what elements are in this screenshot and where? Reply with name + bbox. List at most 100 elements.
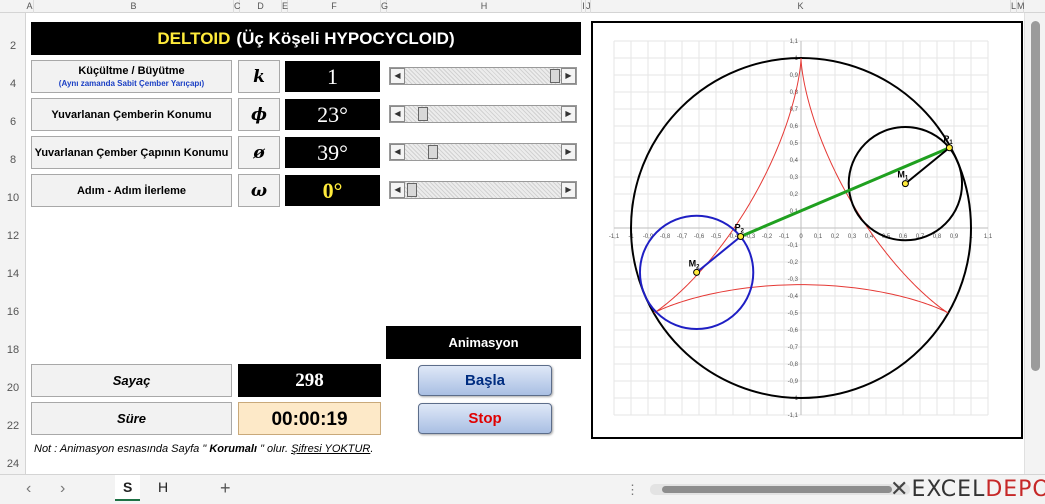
param-label-scale-text: Küçültme / Büyütme xyxy=(78,65,185,77)
note-suffix: . xyxy=(370,443,374,455)
row-header-12[interactable]: 12 xyxy=(0,230,26,242)
row-header-16[interactable]: 16 xyxy=(0,306,26,318)
vertical-scroll-thumb[interactable] xyxy=(1031,21,1040,371)
slider-k[interactable]: ◀ ▶ xyxy=(389,67,577,85)
column-header-a[interactable]: A xyxy=(26,0,34,13)
param-value-omega: 0° xyxy=(285,175,380,206)
slider-omega[interactable]: ◀ ▶ xyxy=(389,181,577,199)
param-label-rolling-position: Yuvarlanan Çemberin Konumu xyxy=(31,98,232,131)
column-header-b[interactable]: B xyxy=(34,0,234,13)
slider-omega-thumb[interactable] xyxy=(407,183,417,197)
x-tick-label: -1,1 xyxy=(609,234,620,240)
row-header-8[interactable]: 8 xyxy=(0,154,26,166)
row-header-6[interactable]: 6 xyxy=(0,116,26,128)
note-bold: Korumalı xyxy=(206,443,261,455)
y-tick-label: -0,3 xyxy=(788,277,799,283)
param-value-k: 1 xyxy=(285,61,380,92)
row-header-2[interactable]: 2 xyxy=(0,40,26,52)
param-symbol-phi: ϕ xyxy=(238,98,280,131)
slider-phi-right-arrow-icon[interactable]: ▶ xyxy=(561,106,576,122)
slider-omega-right-arrow-icon[interactable]: ▶ xyxy=(561,182,576,198)
note-prefix: Not : Animasyon esnasında Sayfa " xyxy=(34,443,207,455)
y-tick-label: -0,4 xyxy=(788,294,799,300)
start-button[interactable]: Başla xyxy=(418,365,552,396)
x-tick-label: 0,9 xyxy=(950,234,959,240)
prev-sheet-icon[interactable]: ‹ xyxy=(26,480,31,498)
row-header-14[interactable]: 14 xyxy=(0,268,26,280)
y-tick-label: -0,1 xyxy=(788,243,799,249)
horizontal-scroll-thumb[interactable] xyxy=(662,486,892,493)
sheet-tab-h[interactable]: H xyxy=(150,475,176,501)
y-tick-label: 0,8 xyxy=(790,90,799,96)
deltoid-chart[interactable]: -1,1 -1 -0,9 -0,8 -0,7 -0,6 -0,5 -0,4 -0,3 -0,2 -0… xyxy=(591,21,1023,439)
column-header-h[interactable]: H xyxy=(387,0,582,13)
x-tick-label: 0,2 xyxy=(831,234,840,240)
brand-part1: EXCEL xyxy=(911,477,986,502)
param-label-step-text: Adım - Adım İlerleme xyxy=(76,184,186,197)
y-tick-label: 0,9 xyxy=(790,73,799,79)
x-tick-label: 0 xyxy=(799,234,803,240)
param-label-rolling-position-text: Yuvarlanan Çemberin Konumu xyxy=(51,108,212,121)
row-header-10[interactable]: 10 xyxy=(0,192,26,204)
x-tick-label: 1,1 xyxy=(984,234,993,240)
row-header-24[interactable]: 24 xyxy=(0,458,26,470)
slider-phi-left-arrow-icon[interactable]: ◀ xyxy=(390,106,405,122)
brand-part2: DEPO xyxy=(985,477,1045,502)
slider-o-left-arrow-icon[interactable]: ◀ xyxy=(390,144,405,160)
y-tick-label: -0,9 xyxy=(788,379,799,385)
column-header-d[interactable]: D xyxy=(240,0,282,13)
slider-o-right-arrow-icon[interactable]: ▶ xyxy=(561,144,576,160)
param-label-diameter-position: Yuvarlanan Çember Çapının Konumu xyxy=(31,136,232,169)
title-main: DELTOID xyxy=(157,29,231,48)
slider-omega-left-arrow-icon[interactable]: ◀ xyxy=(390,182,405,198)
stop-button[interactable]: Stop xyxy=(418,403,552,434)
y-tick-label: -0,5 xyxy=(788,311,799,317)
duration-label: Süre xyxy=(31,402,232,435)
row-header-18[interactable]: 18 xyxy=(0,344,26,356)
slider-o[interactable]: ◀ ▶ xyxy=(389,143,577,161)
row-header-bar: 2 4 6 8 10 12 14 16 18 20 22 24 xyxy=(0,13,26,474)
row-header-4[interactable]: 4 xyxy=(0,78,26,90)
radius-m1 xyxy=(904,146,951,185)
counter-label: Sayaç xyxy=(31,364,232,397)
exceldepo-logo: ✕EXCELDEPO xyxy=(890,477,1045,502)
sheet-options-icon[interactable]: ⋮ xyxy=(626,482,639,498)
horizontal-scrollbar[interactable] xyxy=(650,484,910,495)
sheet-tab-s[interactable]: S xyxy=(115,475,141,501)
column-header-m[interactable]: M xyxy=(1017,0,1025,13)
row-header-22[interactable]: 22 xyxy=(0,420,26,432)
param-label-step: Adım - Adım İlerleme xyxy=(31,174,232,207)
title-sub: (Üç Köşeli HYPOCYCLOID) xyxy=(236,29,455,48)
vertical-scrollbar[interactable] xyxy=(1024,13,1045,474)
y-tick-label: 0,6 xyxy=(790,124,799,130)
param-value-o: 39° xyxy=(285,137,380,168)
slider-phi[interactable]: ◀ ▶ xyxy=(389,105,577,123)
x-tick-label: -0,7 xyxy=(677,234,688,240)
param-symbol-k: k xyxy=(238,60,280,93)
radius-m2 xyxy=(695,235,742,274)
param-label-diameter-position-text: Yuvarlanan Çember Çapının Konumu xyxy=(34,146,229,159)
x-tick-label: 0,1 xyxy=(814,234,823,240)
param-symbol-omega: ω xyxy=(238,174,280,207)
column-header-bar: A B C D E F G H I J K L M xyxy=(0,0,1045,13)
slider-k-right-arrow-icon[interactable]: ▶ xyxy=(561,68,576,84)
param-symbol-o: ø xyxy=(238,136,280,169)
add-sheet-icon[interactable]: + xyxy=(220,478,231,499)
column-header-f[interactable]: F xyxy=(288,0,381,13)
center-label-m2: M2 xyxy=(689,258,701,270)
row-header-20[interactable]: 20 xyxy=(0,382,26,394)
y-tick-label: -0,2 xyxy=(788,260,799,266)
duration-value: 00:00:19 xyxy=(238,402,381,435)
deltoid-chart-svg: -1,1 -1 -0,9 -0,8 -0,7 -0,6 -0,5 -0,4 -0,3 -0,2 -0… xyxy=(609,39,993,419)
slider-o-thumb[interactable] xyxy=(428,145,439,159)
column-header-k[interactable]: K xyxy=(591,0,1011,13)
slider-phi-thumb[interactable] xyxy=(418,107,429,121)
protection-note: Not : Animasyon esnasında Sayfa " Koruma… xyxy=(34,443,373,455)
note-underline: Şifresi YOKTUR xyxy=(291,443,371,455)
next-sheet-icon[interactable]: › xyxy=(60,480,65,498)
y-tick-label: -1,1 xyxy=(788,413,799,419)
slider-k-left-arrow-icon[interactable]: ◀ xyxy=(390,68,405,84)
sheet-tab-bar: ‹ › S H + ⋮ ✕EXCELDEPO xyxy=(0,474,1045,504)
page-title: DELTOID (Üç Köşeli HYPOCYCLOID) xyxy=(31,22,581,55)
slider-k-thumb[interactable] xyxy=(550,69,560,83)
